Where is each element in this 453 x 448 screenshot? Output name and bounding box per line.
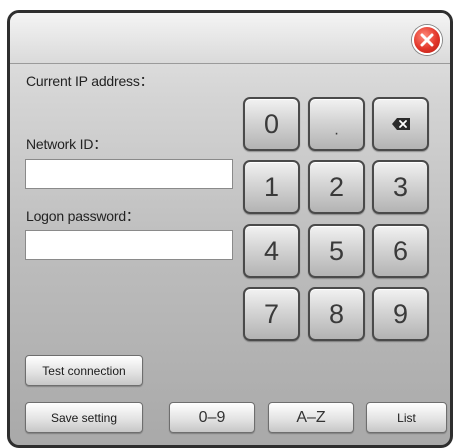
test-connection-button[interactable]: Test connection xyxy=(25,355,143,386)
key-3[interactable]: 3 xyxy=(372,160,429,214)
network-settings-dialog: Current IP address： Network ID： Logon pa… xyxy=(7,10,453,448)
title-bar xyxy=(10,13,450,64)
letters-mode-button[interactable]: A–Z xyxy=(268,402,354,433)
network-id-label: Network ID： xyxy=(26,136,108,152)
network-id-field[interactable] xyxy=(25,159,233,189)
key-5[interactable]: 5 xyxy=(308,224,365,278)
logon-password-label: Logon password： xyxy=(26,208,140,224)
key-0[interactable]: 0 xyxy=(243,97,300,151)
digits-mode-button[interactable]: 0–9 xyxy=(169,402,255,433)
list-button[interactable]: List xyxy=(366,402,447,433)
backspace-key[interactable] xyxy=(372,97,429,151)
key-decimal-point[interactable]: · xyxy=(308,97,365,151)
key-9[interactable]: 9 xyxy=(372,287,429,341)
key-7[interactable]: 7 xyxy=(243,287,300,341)
key-2[interactable]: 2 xyxy=(308,160,365,214)
network-id-input[interactable] xyxy=(26,160,232,188)
logon-password-input[interactable] xyxy=(26,231,232,259)
backspace-icon xyxy=(391,118,410,130)
close-icon xyxy=(420,33,434,47)
logon-password-field[interactable] xyxy=(25,230,233,260)
key-6[interactable]: 6 xyxy=(372,224,429,278)
key-8[interactable]: 8 xyxy=(308,287,365,341)
current-ip-label: Current IP address： xyxy=(26,73,154,89)
close-button[interactable] xyxy=(412,25,442,55)
key-1[interactable]: 1 xyxy=(243,160,300,214)
key-4[interactable]: 4 xyxy=(243,224,300,278)
save-setting-button[interactable]: Save setting xyxy=(25,402,143,433)
